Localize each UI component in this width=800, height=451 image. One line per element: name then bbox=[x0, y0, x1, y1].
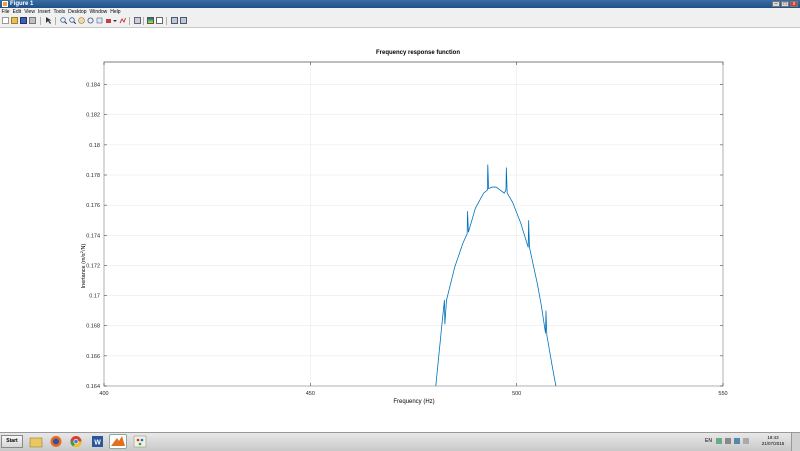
file-explorer-icon[interactable] bbox=[27, 434, 45, 449]
tray-icons[interactable] bbox=[715, 437, 755, 446]
y-tick-label: 0.164 bbox=[86, 384, 100, 390]
brush-icon[interactable] bbox=[105, 17, 112, 24]
chart-svg: Frequency response function 400 450 500 550… bbox=[79, 50, 728, 405]
window-title: Figure 1 bbox=[10, 1, 34, 7]
start-button[interactable]: Start bbox=[1, 435, 23, 448]
language-indicator[interactable]: EN bbox=[705, 438, 712, 444]
y-tick-label: 0.166 bbox=[86, 354, 100, 360]
figure-toolbar bbox=[0, 15, 800, 28]
x-axis-label: Frequency (Hz) bbox=[393, 399, 434, 405]
firefox-icon[interactable] bbox=[47, 434, 65, 449]
colorbar-icon[interactable] bbox=[147, 17, 154, 24]
matlab-icon[interactable] bbox=[109, 434, 127, 449]
figure-canvas: Frequency response function 400 450 500 550… bbox=[0, 28, 800, 432]
y-tick-label: 0.178 bbox=[86, 173, 100, 179]
y-tick-label: 0.176 bbox=[86, 203, 100, 209]
new-figure-icon[interactable] bbox=[2, 17, 9, 24]
toolbar-separator bbox=[55, 17, 56, 25]
svg-text:W: W bbox=[94, 440, 101, 447]
system-clock[interactable]: 18:43 21/07/2015 bbox=[758, 435, 788, 447]
close-button[interactable]: x bbox=[790, 1, 798, 7]
zoom-out-icon[interactable] bbox=[69, 17, 77, 25]
chart-title: Frequency response function bbox=[376, 50, 460, 56]
hide-plot-tools-icon[interactable] bbox=[171, 17, 178, 24]
y-tick-label: 0.18 bbox=[89, 143, 100, 149]
matlab-figure-icon bbox=[2, 1, 8, 7]
maximize-button[interactable]: □ bbox=[781, 1, 789, 7]
toolbar-separator bbox=[40, 17, 41, 25]
word-icon[interactable]: W bbox=[89, 434, 107, 449]
clock-date: 21/07/2015 bbox=[761, 441, 785, 446]
y-tick-label: 0.174 bbox=[86, 233, 100, 239]
y-axis-label: Inertance (m/s2/N) bbox=[79, 243, 87, 288]
minimize-button[interactable]: – bbox=[772, 1, 780, 7]
axes-box bbox=[103, 61, 724, 387]
toolbar-separator bbox=[166, 17, 167, 25]
insert-icon[interactable] bbox=[134, 17, 141, 24]
y-tick-label: 0.182 bbox=[86, 113, 100, 119]
toolbar-separator bbox=[129, 17, 130, 25]
chrome-icon[interactable] bbox=[67, 434, 85, 449]
print-icon[interactable] bbox=[29, 17, 36, 24]
x-tick-label: 500 bbox=[512, 391, 521, 397]
y-tick-label: 0.172 bbox=[86, 263, 100, 269]
y-tick-label: 0.184 bbox=[86, 83, 100, 89]
brush-dropdown-icon[interactable] bbox=[113, 17, 117, 24]
toolbar-separator bbox=[143, 17, 144, 25]
show-desktop-button[interactable] bbox=[791, 433, 800, 451]
save-icon[interactable] bbox=[20, 17, 27, 24]
pan-icon[interactable] bbox=[78, 17, 85, 24]
x-tick-label: 400 bbox=[99, 391, 108, 397]
edit-plot-icon[interactable] bbox=[45, 17, 52, 24]
menu-bar: File Edit View Insert Tools Desktop Window Help bbox=[0, 8, 800, 15]
x-tick-label: 550 bbox=[718, 391, 727, 397]
window-title-bar[interactable]: Figure 1 – □ x bbox=[0, 0, 800, 8]
y-tick-label: 0.168 bbox=[86, 324, 100, 330]
data-cursor-icon[interactable] bbox=[96, 17, 103, 24]
rotate-icon[interactable] bbox=[87, 17, 94, 24]
taskbar: Start W EN 18:43 21/07/2015 bbox=[0, 432, 800, 451]
show-plot-tools-icon[interactable] bbox=[180, 17, 187, 24]
paint-icon[interactable] bbox=[131, 434, 149, 449]
open-file-icon[interactable] bbox=[11, 17, 18, 24]
legend-icon[interactable] bbox=[156, 17, 163, 24]
link-plot-icon[interactable] bbox=[119, 17, 126, 24]
zoom-in-icon[interactable] bbox=[60, 17, 68, 25]
y-tick-label: 0.17 bbox=[89, 294, 100, 300]
x-tick-label: 450 bbox=[306, 391, 315, 397]
